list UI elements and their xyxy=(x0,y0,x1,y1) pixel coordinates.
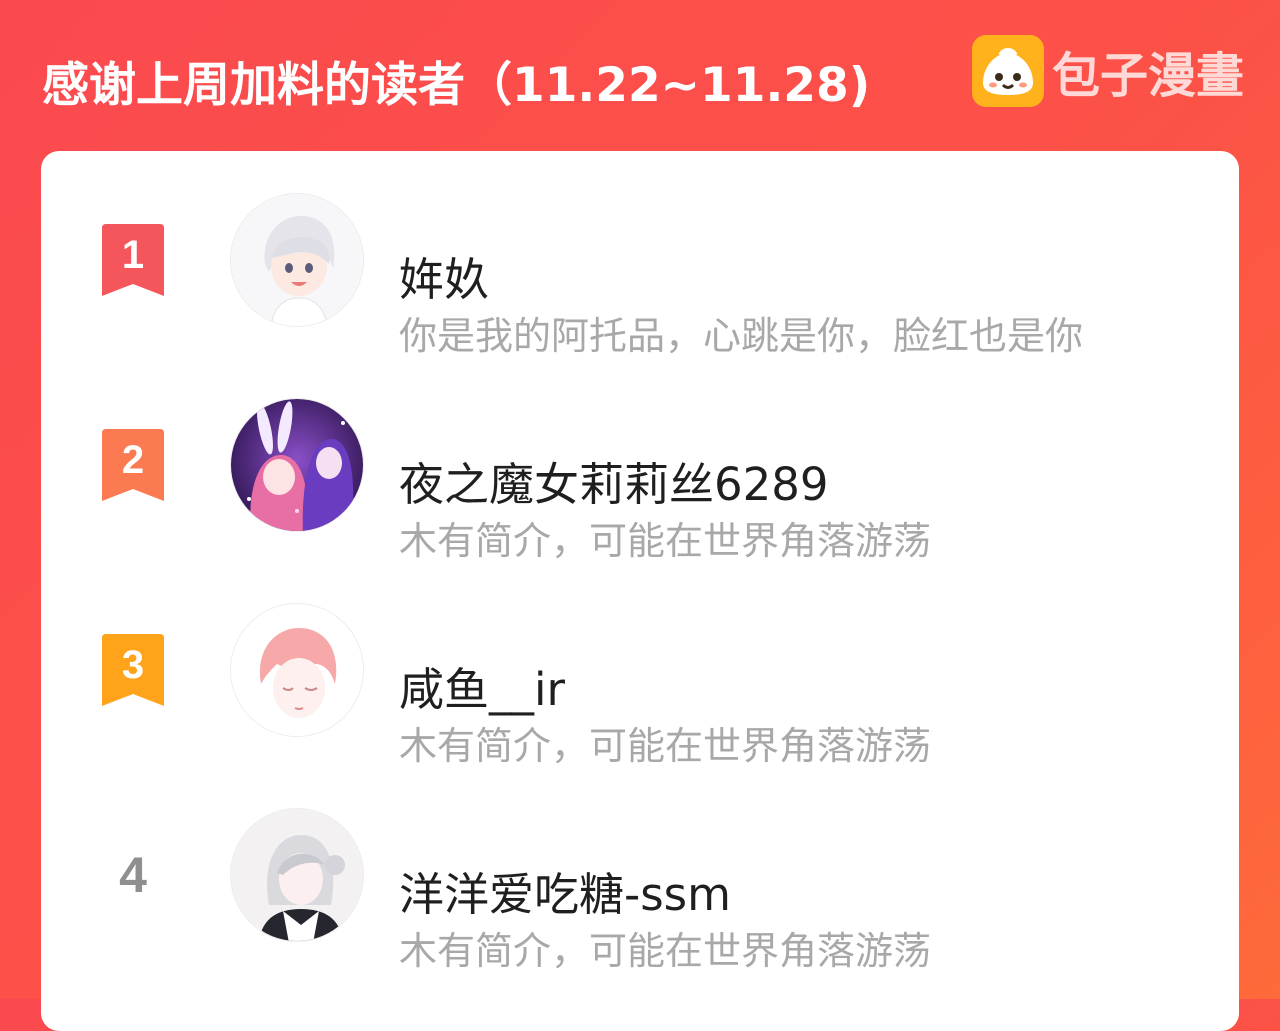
rank-badge-icon: 3 xyxy=(98,634,168,708)
page-title: 感谢上周加料的读者（11.22~11.28) xyxy=(42,58,871,113)
avatar[interactable] xyxy=(230,808,364,942)
reader-name: 洋洋爱吃糖-ssm xyxy=(399,868,731,921)
list-item[interactable]: 1 姩奺 你是我的阿托品，心跳是你，脸红也是你 xyxy=(41,193,1239,358)
rank-number: 2 xyxy=(122,438,144,482)
avatar[interactable] xyxy=(230,193,364,327)
rank-number: 4 xyxy=(119,847,147,903)
reader-name: 姩奺 xyxy=(399,253,490,306)
list-item[interactable]: 4 洋洋爱吃糖-ssm 木有简介，可能在世界角落游荡 xyxy=(41,808,1239,973)
avatar[interactable] xyxy=(230,398,364,532)
rank-badge-icon: 2 xyxy=(98,429,168,503)
reader-bio: 木有简介，可能在世界角落游荡 xyxy=(399,519,932,563)
list-item[interactable]: 2 夜之魔女莉莉丝6289 木有简介，可能在世界角落游荡 xyxy=(41,398,1239,563)
brand-name: 包子漫畫 xyxy=(1052,48,1245,104)
rank-number: 1 xyxy=(122,233,144,277)
reader-bio: 木有简介，可能在世界角落游荡 xyxy=(399,724,932,768)
list-item[interactable]: 3 咸鱼__ir 木有简介，可能在世界角落游荡 xyxy=(41,603,1239,768)
reader-name: 咸鱼__ir xyxy=(399,663,566,716)
reader-bio: 木有简介，可能在世界角落游荡 xyxy=(399,929,932,973)
reader-list-card: 1 姩奺 你是我的阿托品，心跳是你，脸红也是你 2 夜之魔女莉莉丝6289 木有… xyxy=(41,151,1239,1031)
bun-mascot-icon xyxy=(972,35,1044,107)
rank-number: 3 xyxy=(122,643,144,687)
avatar[interactable] xyxy=(230,603,364,737)
brand-logo: 包子漫畫 xyxy=(972,34,1244,108)
reader-name: 夜之魔女莉莉丝6289 xyxy=(399,458,829,511)
reader-bio: 你是我的阿托品，心跳是你，脸红也是你 xyxy=(399,314,1084,358)
rank-badge-icon: 1 xyxy=(98,224,168,298)
